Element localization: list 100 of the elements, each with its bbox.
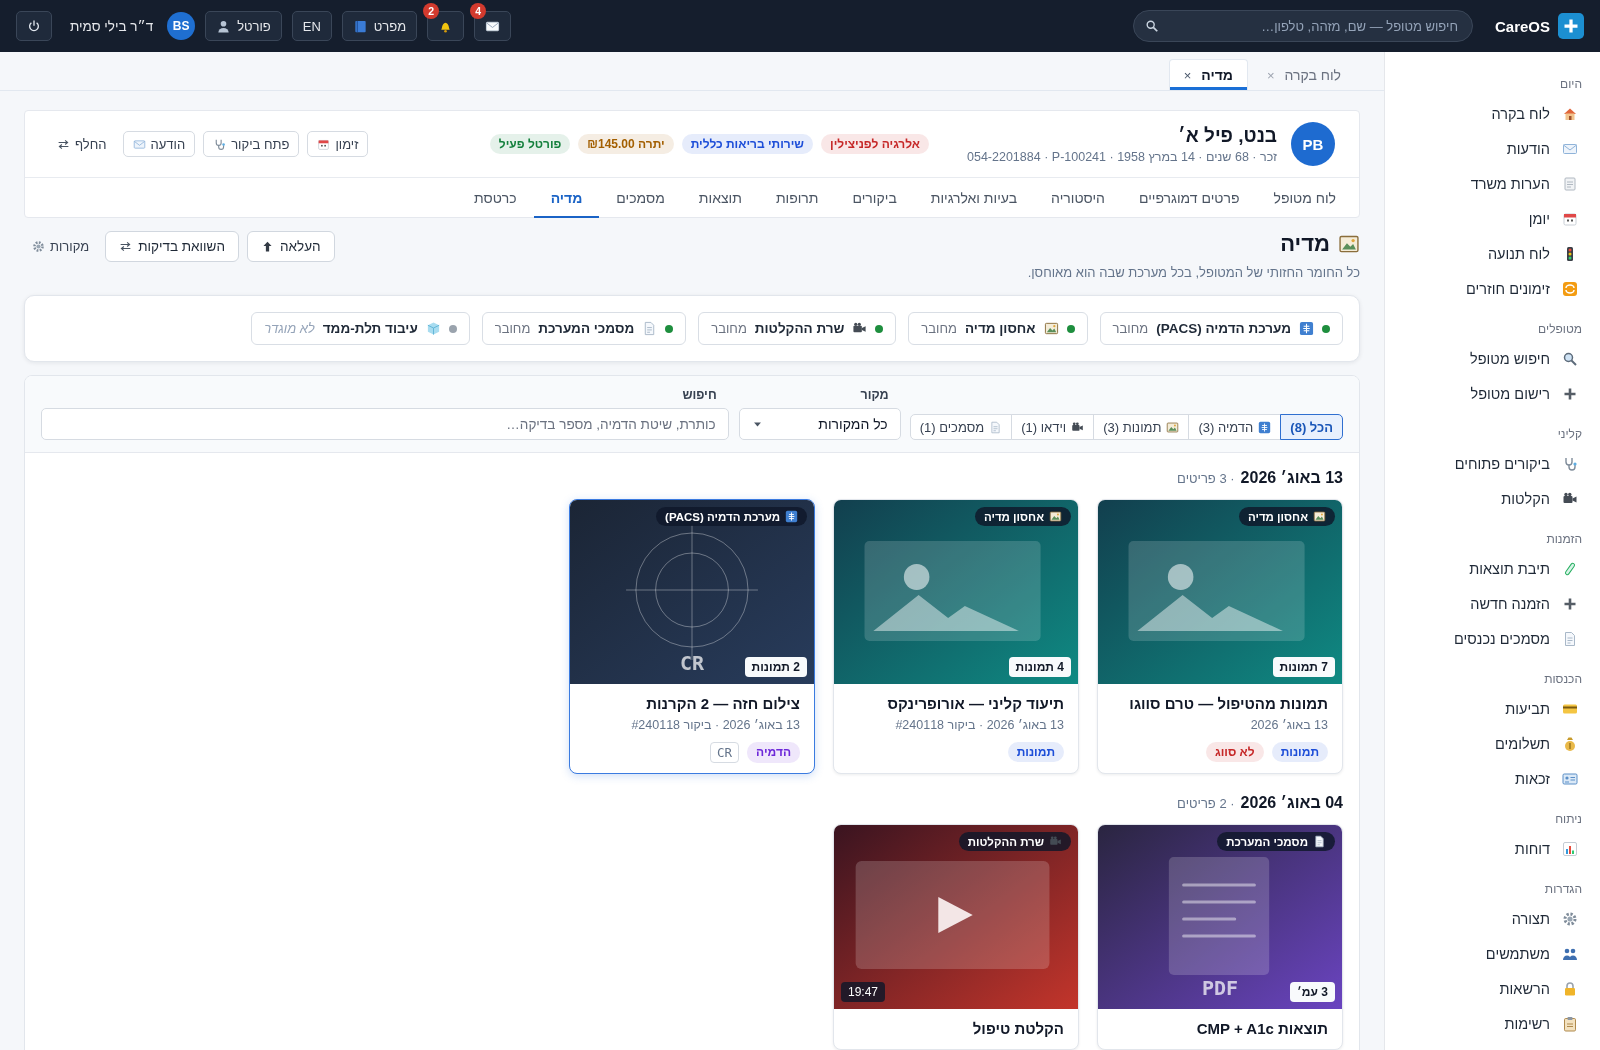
source-label: מסמכי המערכת [1226, 835, 1308, 848]
picture-icon [1166, 420, 1180, 434]
count-badge: 7 תמונות [1272, 657, 1335, 677]
patient-tab[interactable]: כרטסת [456, 178, 534, 218]
bar-chart-icon [1562, 840, 1578, 857]
category-tag: הדמיה [747, 742, 800, 763]
search-field[interactable]: חיפוש מטופל — שם, מזהה, טלפון… [1132, 10, 1473, 42]
patient-tab[interactable]: תרופות [758, 178, 836, 218]
toolbar-button[interactable]: העלאה [247, 231, 335, 262]
category-tag: תמונות [1271, 742, 1328, 762]
filter-chip[interactable]: מסמכים (1) [909, 414, 1013, 440]
id-card-icon [1562, 770, 1578, 787]
sidebar-item[interactable]: ביקורים פתוחים [1385, 446, 1600, 481]
card-title: תוצאות CMP + A1c [1195, 1019, 1328, 1039]
filter-chip[interactable]: תמונות (3) [1093, 414, 1190, 440]
sidebar-heading: קליני [1556, 426, 1583, 443]
sidebar-item[interactable]: רישום מטופל [1385, 376, 1600, 411]
video-camera-icon [1071, 420, 1085, 434]
patient-tag: יתרה ₪145.00 [578, 134, 674, 154]
sidebar-item[interactable]: תיבת תוצאות [1385, 551, 1600, 586]
settings-icon [32, 240, 45, 253]
sidebar-item[interactable]: הערות משרד [1385, 166, 1600, 201]
category-tag: לא סווג [1205, 742, 1264, 762]
portal-button[interactable]: פורטל [205, 11, 282, 41]
document-icon [989, 420, 1003, 434]
sidebar-heading: ניתוח [1554, 811, 1583, 828]
user-name: ד״ר בילי סמית [70, 18, 154, 34]
patient-tab[interactable]: היסטוריה [1034, 178, 1122, 218]
sidebar-item[interactable]: יומן [1385, 201, 1600, 236]
card-title: צילום חזה — 2 הקרנות [645, 694, 800, 714]
power-button[interactable] [16, 11, 52, 41]
patient-tab[interactable]: ביקורים [835, 178, 914, 218]
patient-tag: פורטל פעיל [489, 134, 571, 154]
picture-icon [1338, 233, 1360, 255]
patient-tab[interactable]: מסמכים [599, 178, 682, 218]
source-state: מחובר [711, 321, 747, 336]
sidebar-item[interactable]: חיפוש מטופל [1385, 341, 1600, 376]
count-badge: 3 עמ׳ [1289, 982, 1335, 1002]
thumbnail-label: PDF [1201, 976, 1239, 1000]
category-tag: תמונות [1007, 742, 1064, 762]
toolbar-button[interactable]: השוואת בדיקות [105, 231, 239, 262]
sidebar-heading: הזמנות [1545, 531, 1583, 548]
source-label: אחסון מדיה [1247, 510, 1308, 523]
media-card[interactable]: אחסון מדיה 4 תמונות תיעוד קליני — אורופרינקס 13 באוג׳ 2026 · ביקור #240118 תמונות [833, 499, 1079, 774]
close-tab-button[interactable]: × [1183, 67, 1192, 83]
guide-button[interactable]: מפרט [341, 11, 418, 41]
group-count: · 2 פריטים [1177, 796, 1235, 811]
lock-icon [1562, 980, 1578, 997]
sidebar-item[interactable]: לוח בקרה [1385, 96, 1600, 131]
picture-icon [1049, 510, 1062, 523]
action-button[interactable]: זימון [307, 131, 369, 157]
count-badge: 2 תמונות [744, 657, 807, 677]
patient-tab[interactable]: לוח מטופל [1256, 178, 1353, 218]
page-title: מדיה [1280, 231, 1330, 257]
filter-chip[interactable]: הכל (8) [1280, 414, 1343, 440]
sidebar-heading: הגדרות [1543, 881, 1583, 898]
user-avatar[interactable]: BS [167, 12, 196, 40]
sidebar-item[interactable]: דוחות [1385, 831, 1600, 866]
sidebar-item[interactable]: תצורה [1385, 901, 1600, 936]
media-card[interactable]: אחסון מדיה 7 תמונות תמונות מהטיפול — טרם סווגו 13 באוג׳ 2026 תמונות לא סווג [1097, 499, 1343, 774]
stethoscope-icon [1562, 455, 1578, 472]
switch-link[interactable]: החלף [49, 136, 115, 152]
book-icon [352, 18, 368, 34]
source-select[interactable]: כל המקורות [738, 408, 901, 440]
patient-tab[interactable]: פרטים דמוגרפיים [1121, 178, 1257, 218]
sidebar-item[interactable]: תשלומים [1385, 726, 1600, 761]
filter-chip[interactable]: וידאו (1) [1011, 414, 1095, 440]
notepad-icon [1562, 175, 1578, 192]
patient-tab[interactable]: תוצאות [681, 178, 759, 218]
sidebar-item[interactable]: משתמשים [1385, 936, 1600, 971]
language-button[interactable]: EN [291, 11, 332, 41]
count-badge: 2 [423, 3, 440, 19]
source-state: מחובר [1112, 321, 1149, 336]
clipboard-icon [1562, 1015, 1578, 1032]
card-meta: 13 באוג׳ 2026 [1249, 718, 1328, 732]
filter-chip[interactable]: הדמיה (3) [1188, 414, 1282, 440]
calendar-icon [317, 137, 331, 151]
action-button[interactable]: פתח ביקור [203, 131, 300, 157]
thumbnail-label: CR [679, 651, 705, 675]
sidebar-item[interactable]: הקלטות [1385, 481, 1600, 516]
sources-link[interactable]: מקורות [24, 239, 98, 254]
patient-tab[interactable]: מדיה [533, 178, 600, 218]
sidebar-item[interactable]: לוח תנועה [1385, 236, 1600, 271]
sidebar-item[interactable]: זכאות [1385, 761, 1600, 796]
source-name: מסמכי המערכת [538, 321, 635, 336]
group-date: 04 באוג׳ 2026 [1240, 794, 1343, 812]
sidebar-item[interactable]: הרשאות [1385, 971, 1600, 1006]
sidebar-item[interactable]: תביעות [1385, 691, 1600, 726]
sidebar-item[interactable]: רשימות [1385, 1006, 1600, 1041]
sidebar-heading: הכנסות [1543, 671, 1583, 688]
sidebar-item[interactable]: הודעות [1385, 131, 1600, 166]
action-button[interactable]: הודעה [122, 131, 196, 157]
open-tab[interactable]: מדיה × [1168, 59, 1248, 90]
open-tab[interactable]: לוח בקרה × [1251, 59, 1356, 90]
sidebar-item[interactable]: זימונים חוזרים [1385, 271, 1600, 306]
search-icon [1562, 350, 1578, 367]
card-title: תמונות מהטיפול — טרם סווגו [1128, 694, 1328, 714]
sidebar-item[interactable]: מסמכים נכנסים [1385, 621, 1600, 656]
patient-tab[interactable]: בעיות ואלרגיות [913, 178, 1035, 218]
sidebar-item[interactable]: הזמנה חדשה [1385, 586, 1600, 621]
